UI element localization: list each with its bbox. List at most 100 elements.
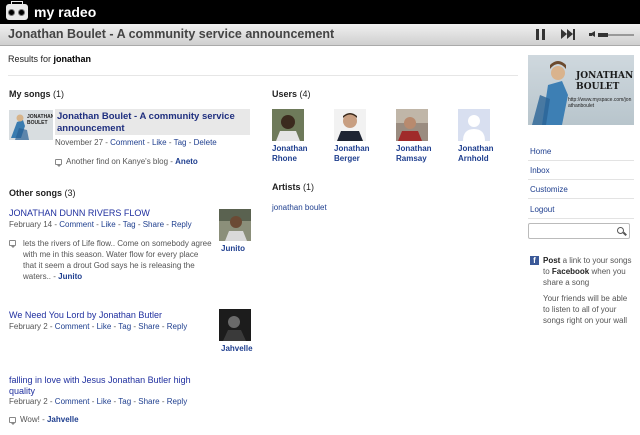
- artist-link[interactable]: jonathan boulet: [272, 203, 327, 212]
- comment-user-link[interactable]: Jahvelle: [47, 415, 79, 424]
- user-name-link[interactable]: Jonathan Arnhold: [458, 144, 518, 164]
- description-text: lets the rivers of Life flow.. Come on s…: [23, 239, 212, 281]
- song-meta: February 2 - Comment - Like - Tag - Shar…: [9, 397, 188, 406]
- tag-link[interactable]: Tag: [118, 397, 131, 406]
- user-name-link[interactable]: Jonathan Ramsay: [396, 144, 456, 164]
- user-last-name: Rhone: [272, 154, 297, 163]
- my-song-meta: November 27 - Comment - Like - Tag - Del…: [55, 138, 217, 147]
- song-date: November 27: [55, 138, 104, 147]
- album-cover[interactable]: JONATHAN BOULET http://www.myspace.com/j…: [528, 55, 634, 125]
- player-bar: Jonathan Boulet - A community service an…: [0, 24, 640, 46]
- divider: [528, 160, 634, 161]
- comment-link[interactable]: Comment: [59, 220, 94, 229]
- other-songs-count: (3): [64, 188, 76, 198]
- user-first-name: Jonathan: [272, 144, 308, 153]
- comment-icon: [9, 240, 16, 248]
- artists-count: (1): [303, 182, 315, 192]
- delete-link[interactable]: Delete: [194, 138, 217, 147]
- user-first-name: Jonathan: [396, 144, 432, 153]
- artists-heading: Artists (1): [272, 182, 314, 192]
- song-meta: February 2 - Comment - Like - Tag - Shar…: [9, 322, 188, 331]
- share-link[interactable]: Share: [138, 397, 159, 406]
- song-comment: Another find on Kanye's blog - Aneto: [55, 157, 198, 167]
- share-link[interactable]: Share: [143, 220, 164, 229]
- results-label: Results for jonathan: [8, 54, 91, 64]
- pause-icon[interactable]: [536, 29, 546, 40]
- boombox-logo-icon: [6, 1, 28, 20]
- my-songs-count: (1): [53, 89, 65, 99]
- nav-home[interactable]: Home: [530, 147, 551, 156]
- user-card[interactable]: Jonathan Berger: [334, 109, 394, 164]
- volume-slider-knob[interactable]: [598, 33, 608, 37]
- description-user-link[interactable]: Junito: [58, 272, 82, 281]
- comment-text: Wow!: [20, 415, 40, 424]
- avatar[interactable]: [219, 309, 251, 341]
- comment-link[interactable]: Comment: [110, 138, 145, 147]
- avatar[interactable]: [396, 109, 428, 141]
- avatar[interactable]: [334, 109, 366, 141]
- song-date: February 14: [9, 220, 53, 229]
- song-description: lets the rivers of Life flow.. Come on s…: [9, 238, 213, 282]
- app-header: my radeo: [0, 0, 640, 24]
- song-title-link[interactable]: We Need You Lord by Jonathan Butler: [9, 310, 209, 321]
- tag-link[interactable]: Tag: [123, 220, 136, 229]
- comment-text: Another find on Kanye's blog: [66, 157, 169, 166]
- like-link[interactable]: Like: [152, 138, 167, 147]
- user-card[interactable]: Jonathan Ramsay: [396, 109, 456, 164]
- user-last-name: Arnhold: [458, 154, 489, 163]
- nav-customize[interactable]: Customize: [530, 185, 568, 194]
- reply-link[interactable]: Reply: [167, 322, 187, 331]
- avatar[interactable]: [272, 109, 304, 141]
- user-last-name: Berger: [334, 154, 360, 163]
- comment-icon: [9, 416, 16, 425]
- users-heading-label: Users: [272, 89, 298, 99]
- comment-link[interactable]: Comment: [55, 322, 90, 331]
- nav-logout[interactable]: Logout: [530, 205, 554, 214]
- my-songs-heading: My songs (1): [9, 89, 64, 99]
- song-thumbnail[interactable]: JONATHAN BOULET: [9, 110, 53, 140]
- reply-link[interactable]: Reply: [171, 220, 191, 229]
- comment-icon: [55, 158, 62, 167]
- search-icon[interactable]: [617, 227, 624, 234]
- default-avatar-icon[interactable]: [458, 109, 490, 141]
- song-meta: February 14 - Comment - Like - Tag - Sha…: [9, 220, 192, 229]
- user-card[interactable]: Jonathan Rhone: [272, 109, 332, 164]
- search-input[interactable]: [528, 223, 630, 239]
- poster-name-link[interactable]: Jahvelle: [221, 344, 253, 353]
- cover-url: http://www.myspace.com/jonathanboulet: [568, 97, 632, 109]
- now-playing-title: Jonathan Boulet - A community service an…: [8, 27, 335, 41]
- facebook-icon: f: [530, 256, 539, 265]
- fb-post-label[interactable]: Post: [543, 256, 560, 265]
- volume-icon[interactable]: [589, 31, 597, 38]
- reply-link[interactable]: Reply: [167, 397, 187, 406]
- tag-link[interactable]: Tag: [118, 322, 131, 331]
- song-title-link[interactable]: falling in love with Jesus Jonathan Butl…: [9, 375, 209, 397]
- my-song-title-link[interactable]: Jonathan Boulet - A community service an…: [57, 111, 247, 135]
- share-link[interactable]: Share: [138, 322, 159, 331]
- results-query: jonathan: [53, 54, 92, 64]
- user-name-link[interactable]: Jonathan Berger: [334, 144, 394, 164]
- user-first-name: Jonathan: [334, 144, 370, 153]
- like-link[interactable]: Like: [97, 397, 112, 406]
- song-date: February 2: [9, 322, 48, 331]
- users-heading: Users (4): [272, 89, 311, 99]
- user-name-link[interactable]: Jonathan Rhone: [272, 144, 332, 164]
- divider: [528, 218, 634, 219]
- tag-link[interactable]: Tag: [174, 138, 187, 147]
- next-track-icon[interactable]: [561, 29, 575, 40]
- poster-name-link[interactable]: Junito: [221, 244, 245, 253]
- other-songs-heading-label: Other songs: [9, 188, 63, 198]
- avatar[interactable]: [219, 209, 251, 241]
- results-prefix: Results for: [8, 54, 54, 64]
- user-card[interactable]: Jonathan Arnhold: [458, 109, 518, 164]
- song-date: February 2: [9, 397, 48, 406]
- divider: [528, 179, 634, 180]
- comment-link[interactable]: Comment: [55, 397, 90, 406]
- like-link[interactable]: Like: [97, 322, 112, 331]
- divider: [8, 75, 518, 76]
- comment-user-link[interactable]: Aneto: [175, 157, 198, 166]
- nav-inbox[interactable]: Inbox: [530, 166, 550, 175]
- song-title-link[interactable]: JONATHAN DUNN RIVERS FLOW: [9, 208, 209, 219]
- thumb-title: JONATHAN BOULET: [27, 114, 53, 126]
- like-link[interactable]: Like: [101, 220, 116, 229]
